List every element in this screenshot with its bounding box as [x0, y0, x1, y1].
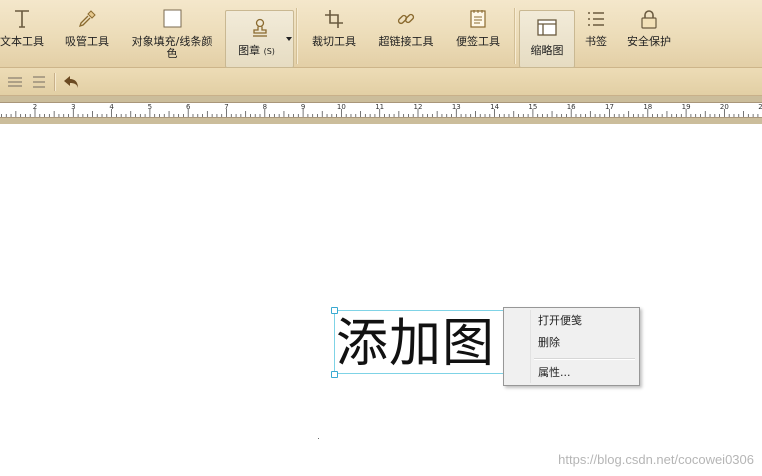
bookmark-list-icon	[588, 12, 604, 26]
stamp-tool-label: 图章	[238, 44, 261, 57]
thumbnail-label: 缩略图	[530, 44, 564, 57]
context-menu: 打开便笺 删除 属性...	[503, 307, 640, 386]
toolbar2-separator	[54, 73, 55, 91]
text-tool-button[interactable]: 文本工具	[0, 8, 48, 64]
context-menu-properties[interactable]: 属性...	[506, 362, 637, 383]
ruler-number: 15	[528, 103, 538, 111]
list-lines-icon[interactable]	[30, 73, 48, 91]
toolbar-separator	[514, 8, 515, 64]
ruler-number: 11	[375, 103, 385, 111]
ruler-number: 21	[758, 103, 762, 111]
ruler-number: 17	[605, 103, 614, 111]
stamp-tool-button[interactable]: 图章 (S)	[225, 10, 294, 68]
ruler-number: 12	[413, 103, 423, 111]
fill-color-icon	[163, 9, 182, 28]
stray-dot	[318, 438, 319, 439]
ruler-number: 13	[451, 103, 461, 111]
resize-handle-top-left[interactable]	[331, 307, 338, 314]
ruler-number: 19	[681, 103, 691, 111]
watermark: https://blog.csdn.net/cocowei0306	[558, 452, 754, 467]
stamp-dropdown-arrow-icon[interactable]	[286, 37, 292, 41]
note-icon	[470, 10, 486, 28]
eyedropper-icon	[78, 10, 96, 28]
context-menu-delete[interactable]: 删除	[506, 332, 637, 353]
ruler-number: 2	[32, 103, 38, 111]
hyperlink-tool-button[interactable]: 超链接工具	[372, 8, 440, 64]
ruler-number: 8	[262, 103, 268, 111]
context-menu-open-note[interactable]: 打开便笺	[506, 310, 637, 331]
ruler-number: 5	[147, 103, 153, 111]
ruler-number: 20	[719, 103, 729, 111]
thumbnail-icon	[537, 19, 557, 36]
stamp-icon	[252, 18, 267, 37]
ruler-bar: 2 3 4 5 6 7 8 9 10 11 12 13 14 15 16 17 18 19 20 21	[0, 96, 762, 124]
context-menu-open-note-label: 打开便笺	[538, 314, 582, 327]
document-canvas[interactable]	[0, 124, 762, 476]
ruler-number: 9	[300, 103, 306, 111]
eyedropper-tool-button[interactable]: 吸管工具	[58, 8, 116, 64]
stamp-shortcut: (S)	[263, 47, 275, 56]
ruler-number: 7	[224, 103, 229, 111]
ruler-number: 14	[490, 103, 500, 111]
resize-handle-bottom-left[interactable]	[331, 371, 338, 378]
horizontal-ruler: 2 3 4 5 6 7 8 9 10 11 12 13 14 15 16 17 18 19 20 21	[0, 102, 762, 118]
eyedropper-tool-label: 吸管工具	[65, 35, 109, 48]
secondary-toolbar	[0, 68, 762, 96]
ruler-number: 3	[71, 103, 76, 111]
undo-arrow-icon[interactable]	[62, 73, 80, 91]
note-tool-label: 便签工具	[456, 35, 500, 48]
hyperlink-tool-label: 超链接工具	[378, 35, 434, 48]
stamp-text[interactable]: 添加图	[336, 312, 495, 376]
main-toolbar: 文本工具 吸管工具 对象填充/线条颜 色 图章 (S) 裁切工具 超链接工具 便…	[0, 0, 762, 68]
link-icon	[397, 13, 415, 25]
context-menu-delete-label: 删除	[538, 336, 560, 349]
thumbnail-button[interactable]: 缩略图	[519, 10, 575, 68]
security-label: 安全保护	[627, 35, 671, 48]
ruler-number: 10	[336, 103, 346, 111]
ruler-number: 6	[185, 103, 191, 111]
crop-tool-label: 裁切工具	[312, 35, 356, 48]
crop-tool-button[interactable]: 裁切工具	[306, 8, 362, 64]
note-tool-button[interactable]: 便签工具	[450, 8, 506, 64]
ruler-number: 4	[109, 103, 114, 111]
text-tool-label: 文本工具	[0, 35, 44, 48]
crop-icon	[325, 10, 343, 28]
align-lines-icon[interactable]	[6, 73, 24, 91]
bookmark-button[interactable]: 书签	[578, 8, 614, 64]
lock-icon	[641, 10, 657, 29]
context-menu-properties-label: 属性...	[538, 366, 571, 379]
toolbar-separator	[296, 8, 297, 64]
ruler-number: 16	[566, 103, 576, 111]
ruler-number: 18	[643, 103, 653, 111]
bookmark-label: 书签	[585, 35, 607, 48]
fill-color-tool-button[interactable]: 对象填充/线条颜 色	[124, 8, 220, 64]
fill-color-label-line2: 色	[166, 47, 178, 60]
security-button[interactable]: 安全保护	[622, 8, 676, 64]
text-tool-icon	[15, 10, 29, 28]
context-menu-divider	[534, 358, 635, 360]
